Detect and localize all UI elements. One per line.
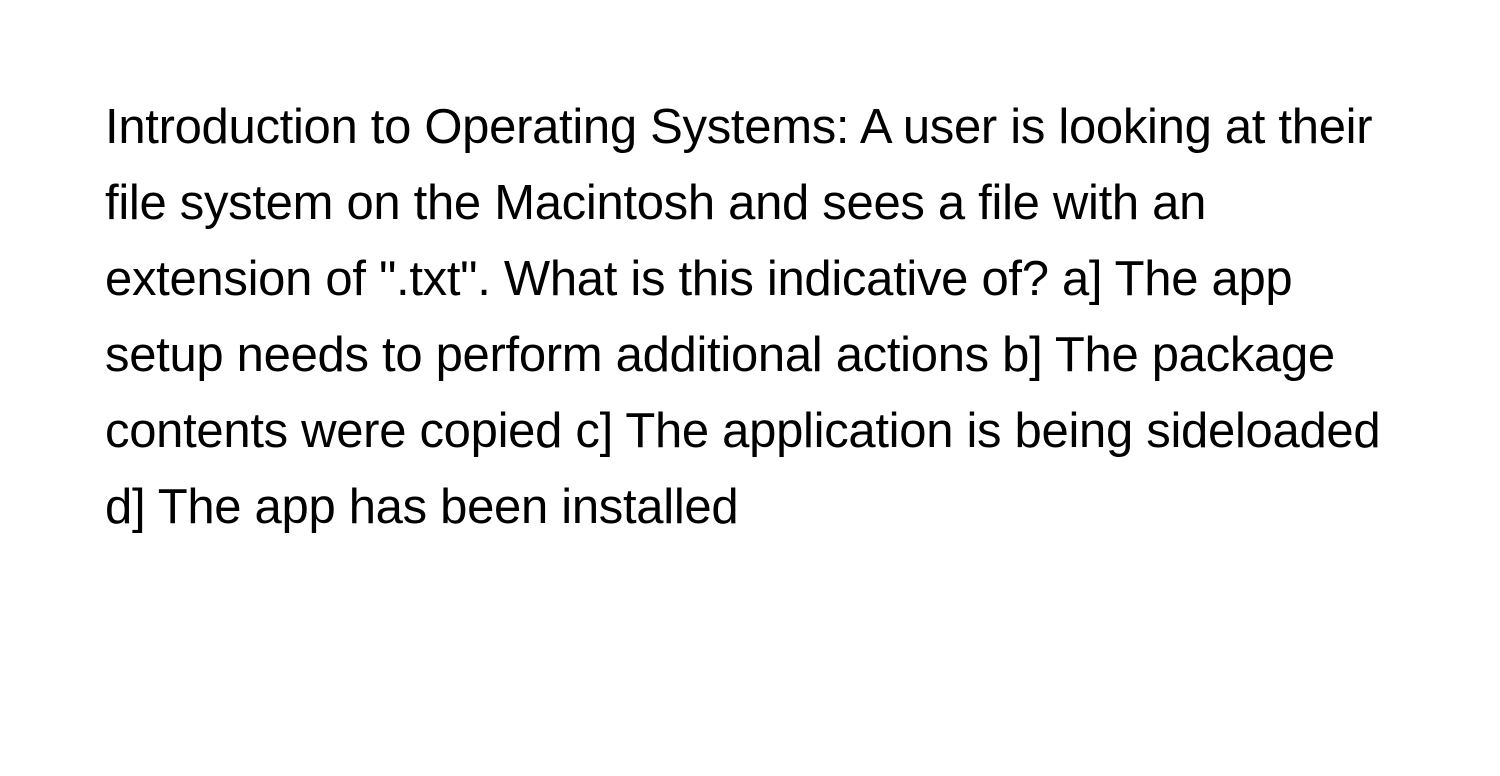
- question-prompt: Introduction to Operating Systems: A use…: [105, 90, 1395, 546]
